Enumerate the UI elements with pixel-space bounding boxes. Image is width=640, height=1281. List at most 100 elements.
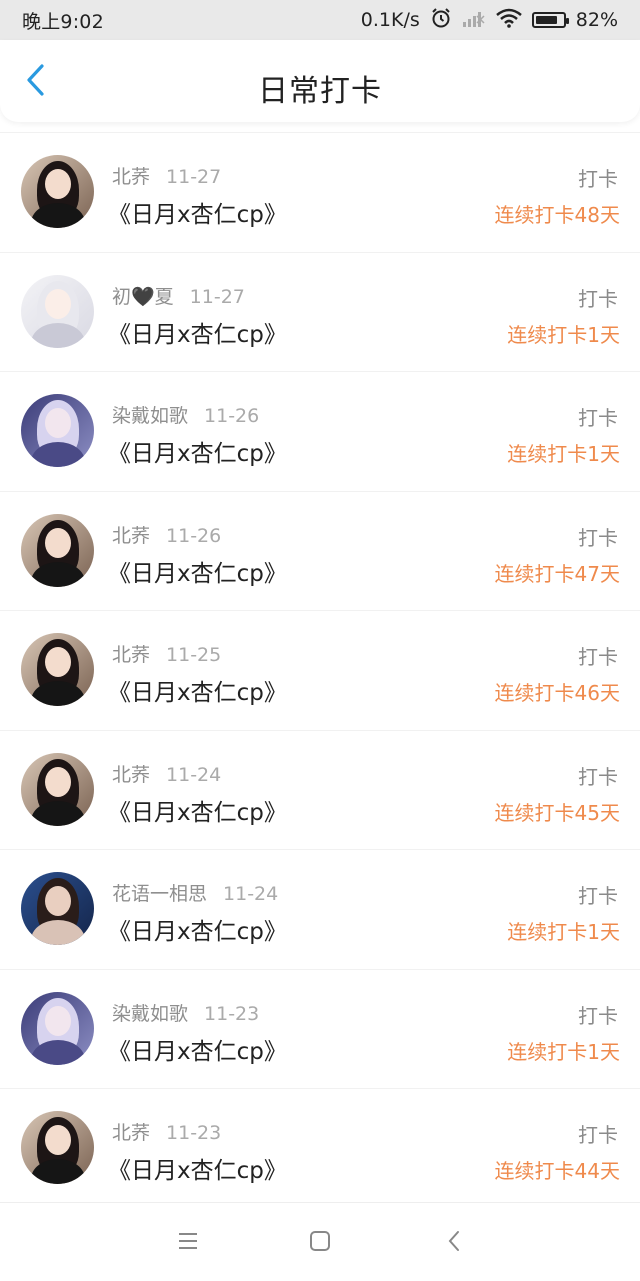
username[interactable]: 北荞 <box>112 525 150 547</box>
system-nav-bar <box>0 1202 640 1281</box>
username[interactable]: 北荞 <box>112 644 150 666</box>
username[interactable]: 染戴如歌 <box>112 1003 188 1025</box>
post-date: 11-26 <box>204 405 260 427</box>
checkin-action-label: 打卡 <box>578 167 618 191</box>
topic-title[interactable]: 《日月x杏仁cp》 <box>108 195 287 229</box>
back-icon <box>446 1229 462 1257</box>
topic-title[interactable]: 《日月x杏仁cp》 <box>108 434 287 468</box>
avatar-face <box>45 886 71 916</box>
post-date: 11-27 <box>166 166 222 188</box>
post-date: 11-26 <box>166 524 222 547</box>
checkin-list: 北荞 11-27 《日月x杏仁cp》 打卡 连续打卡48天 初🖤夏 11-27 《日… <box>0 132 640 1208</box>
post-date: 11-23 <box>204 1002 260 1025</box>
checkin-action-label: 打卡 <box>578 1123 618 1147</box>
streak-count: 连续打卡1天 <box>507 322 620 347</box>
avatar[interactable] <box>21 513 94 587</box>
streak-count: 连续打卡46天 <box>494 681 620 705</box>
user-line: 北荞 11-25 <box>112 640 221 667</box>
list-item[interactable]: 初🖤夏 11-27 《日月x杏仁cp》 打卡 连续打卡1天 <box>0 251 640 372</box>
list-item[interactable]: 染戴如歌 11-26 《日月x杏仁cp》 打卡 连续打卡1天 <box>0 371 640 491</box>
checkin-action-label: 打卡 <box>578 525 618 550</box>
user-line: 北荞 11-23 <box>112 1118 221 1145</box>
avatar-face <box>45 1125 71 1155</box>
topic-title[interactable]: 《日月x杏仁cp》 <box>108 793 287 827</box>
status-bar: 晚上9:02 0.1K/s 82% <box>0 0 640 40</box>
avatar-face <box>45 1005 71 1036</box>
network-speed: 0.1K/s <box>360 9 420 31</box>
battery-fill <box>535 16 558 24</box>
topic-title[interactable]: 《日月x杏仁cp》 <box>108 673 287 707</box>
avatar-face <box>45 527 71 558</box>
topic-title[interactable]: 《日月x杏仁cp》 <box>108 1151 287 1185</box>
checkin-action-label: 打卡 <box>578 1003 618 1028</box>
avatar-face <box>45 647 71 677</box>
checkin-action-label: 打卡 <box>578 406 618 430</box>
avatar[interactable] <box>21 1111 94 1184</box>
list-item[interactable]: 北荞 11-23 《日月x杏仁cp》 打卡 连续打卡44天 <box>0 1088 640 1208</box>
avatar[interactable] <box>21 991 94 1065</box>
user-line: 北荞 11-27 <box>112 162 221 189</box>
user-line: 染戴如歌 11-26 <box>112 401 259 428</box>
user-line: 北荞 11-26 <box>112 521 221 548</box>
avatar-face <box>45 766 71 797</box>
avatar-face <box>45 169 71 199</box>
streak-count: 连续打卡47天 <box>494 561 620 586</box>
checkin-action-label: 打卡 <box>578 286 618 311</box>
list-item[interactable]: 花语一相思 11-24 《日月x杏仁cp》 打卡 连续打卡1天 <box>0 849 640 969</box>
streak-count: 连续打卡1天 <box>507 1039 620 1064</box>
post-date: 11-27 <box>189 285 245 308</box>
username[interactable]: 初🖤夏 <box>112 286 174 308</box>
home-square-icon <box>309 1230 331 1256</box>
post-date: 11-24 <box>223 883 279 905</box>
menu-button[interactable] <box>174 1229 202 1257</box>
signal-icon <box>462 8 486 33</box>
header: 日常打卡 <box>0 40 640 122</box>
nav-back-button[interactable] <box>440 1229 468 1257</box>
avatar[interactable] <box>21 752 94 826</box>
username[interactable]: 北荞 <box>112 1122 150 1144</box>
streak-count: 连续打卡1天 <box>507 920 620 944</box>
checkin-action-label: 打卡 <box>578 764 618 789</box>
post-date: 11-25 <box>166 644 222 666</box>
streak-count: 连续打卡44天 <box>494 1159 620 1183</box>
list-item[interactable]: 北荞 11-26 《日月x杏仁cp》 打卡 连续打卡47天 <box>0 490 640 611</box>
topic-title[interactable]: 《日月x杏仁cp》 <box>108 315 287 349</box>
avatar-face <box>45 408 71 438</box>
checkin-action-label: 打卡 <box>578 884 618 908</box>
alarm-icon <box>430 7 452 34</box>
avatar[interactable] <box>21 872 94 945</box>
list-item[interactable]: 北荞 11-24 《日月x杏仁cp》 打卡 连续打卡45天 <box>0 729 640 850</box>
streak-count: 连续打卡45天 <box>494 800 620 825</box>
username[interactable]: 北荞 <box>112 764 150 786</box>
battery-icon <box>531 12 569 28</box>
status-icons: 0.1K/s 82% <box>361 7 618 34</box>
list-item[interactable]: 北荞 11-27 《日月x杏仁cp》 打卡 连续打卡48天 <box>0 132 640 252</box>
post-date: 11-24 <box>166 763 222 786</box>
user-line: 初🖤夏 11-27 <box>112 282 245 309</box>
home-button[interactable] <box>306 1229 334 1257</box>
avatar[interactable] <box>21 394 94 467</box>
username[interactable]: 花语一相思 <box>112 883 207 905</box>
page-title: 日常打卡 <box>258 74 382 109</box>
menu-icon <box>177 1231 199 1255</box>
wifi-icon <box>495 8 522 33</box>
avatar[interactable] <box>21 633 94 706</box>
user-line: 染戴如歌 11-23 <box>112 999 259 1026</box>
username[interactable]: 染戴如歌 <box>112 405 188 427</box>
topic-title[interactable]: 《日月x杏仁cp》 <box>108 554 287 588</box>
avatar[interactable] <box>21 155 94 228</box>
status-time: 晚上9:02 <box>22 10 104 33</box>
streak-count: 连续打卡48天 <box>494 203 620 227</box>
user-line: 北荞 11-24 <box>112 760 221 787</box>
streak-count: 连续打卡1天 <box>507 442 620 466</box>
list-item[interactable]: 染戴如歌 11-23 《日月x杏仁cp》 打卡 连续打卡1天 <box>0 968 640 1089</box>
checkin-action-label: 打卡 <box>578 645 618 669</box>
topic-title[interactable]: 《日月x杏仁cp》 <box>108 1032 287 1066</box>
user-line: 花语一相思 11-24 <box>112 879 278 906</box>
battery-percent: 82% <box>575 9 618 31</box>
username[interactable]: 北荞 <box>112 166 150 188</box>
avatar[interactable] <box>21 274 94 348</box>
post-date: 11-23 <box>166 1122 222 1144</box>
list-item[interactable]: 北荞 11-25 《日月x杏仁cp》 打卡 连续打卡46天 <box>0 610 640 730</box>
topic-title[interactable]: 《日月x杏仁cp》 <box>108 912 287 946</box>
